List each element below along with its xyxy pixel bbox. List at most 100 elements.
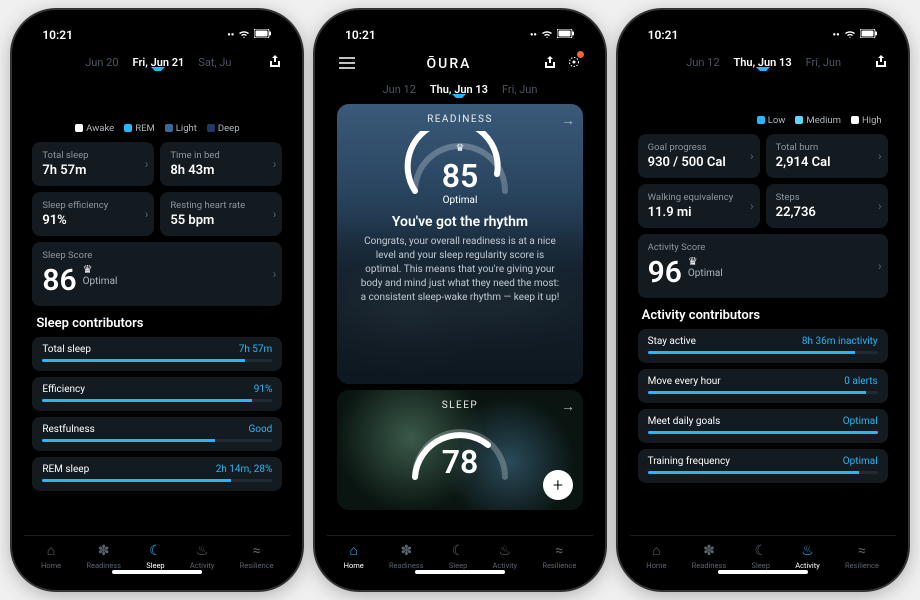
tab-sleep[interactable]: ☾Sleep — [146, 543, 164, 570]
metric-value: 11.9 mi — [648, 205, 750, 220]
progress-bar — [648, 391, 878, 394]
tab-sleep[interactable]: ☾Sleep — [449, 543, 467, 570]
tab-label: Home — [646, 561, 666, 570]
date-navigation[interactable]: Jun 20 Fri, Jun 21 Sat, Ju — [24, 48, 290, 73]
battery-icon — [254, 29, 272, 41]
metric-tile[interactable]: Walking equivalency 11.9 mi › — [638, 184, 760, 228]
metric-value: 22,736 — [776, 205, 878, 220]
tab-label: Home — [41, 561, 61, 570]
chevron-right-icon: › — [273, 267, 277, 281]
status-icons: •• — [833, 29, 878, 42]
metrics-grid: Goal progress 930 / 500 Cal ›Total burn … — [638, 134, 888, 228]
metric-tile[interactable]: Steps 22,736 › — [766, 184, 888, 228]
metric-tile[interactable]: Total sleep 7h 57m › — [32, 142, 154, 186]
metric-label: Sleep efficiency — [42, 200, 144, 211]
card-caption: SLEEP — [442, 400, 479, 411]
sleep-card[interactable]: → SLEEP 78 + — [337, 390, 583, 510]
contributor-item[interactable]: REM sleep2h 14m, 28% — [32, 457, 282, 491]
tab-home[interactable]: ⌂Home — [41, 542, 61, 570]
contrib-label: Training frequency — [648, 456, 730, 467]
readiness-body: Congrats, your overall readiness is at a… — [351, 235, 569, 305]
metric-tile[interactable]: Sleep efficiency 91% › — [32, 192, 154, 236]
home-indicator[interactable] — [718, 570, 808, 574]
tab-label: Sleep — [449, 561, 467, 570]
contributor-item[interactable]: Move every hour0 alerts — [638, 369, 888, 403]
metric-value: 8h 43m — [170, 163, 272, 178]
tab-activity[interactable]: ♨Activity — [190, 543, 215, 570]
status-bar: 10:21 •• — [24, 22, 290, 48]
contrib-value: Optimal — [843, 456, 878, 467]
status-icons: •• — [530, 29, 575, 42]
tab-sleep[interactable]: ☾Sleep — [752, 543, 770, 570]
chevron-right-icon: → — [561, 398, 575, 415]
score-label: Sleep Score — [42, 250, 117, 261]
contributor-item[interactable]: Meet daily goalsOptimal — [638, 409, 888, 443]
legend-item: Light — [165, 123, 197, 134]
tab-resilience[interactable]: ≈Resilience — [542, 543, 576, 570]
date-prev[interactable]: Jun 12 — [686, 56, 719, 69]
date-navigation[interactable]: Jun 12 Thu, Jun 13 Fri, Jun — [327, 77, 593, 98]
tab-label: Activity — [795, 561, 820, 570]
date-next[interactable]: Sat, Ju — [198, 56, 231, 69]
metric-tile[interactable]: Resting heart rate 55 bpm › — [160, 192, 282, 236]
menu-icon[interactable] — [339, 54, 355, 73]
tab-label: Home — [344, 561, 364, 570]
metric-tile[interactable]: Total burn 2,914 Cal › — [766, 134, 888, 178]
crown-icon: ♛ — [83, 263, 118, 276]
activity-score-tile[interactable]: Activity Score 96 ♛ Optimal › — [638, 234, 888, 298]
wifi-icon — [238, 29, 250, 42]
section-heading: Sleep contributors — [36, 316, 278, 331]
date-prev[interactable]: Jun 12 — [383, 83, 416, 96]
metric-label: Total sleep — [42, 150, 144, 161]
signal-icon: •• — [227, 30, 234, 41]
tab-label: Resilience — [240, 561, 274, 570]
clock: 10:21 — [345, 28, 376, 42]
home-indicator[interactable] — [415, 570, 505, 574]
date-active[interactable]: Thu, Jun 13 — [734, 56, 792, 69]
add-button[interactable]: + — [543, 470, 573, 500]
metric-tile[interactable]: Time in bed 8h 43m › — [160, 142, 282, 186]
progress-bar — [42, 439, 272, 442]
date-active[interactable]: Thu, Jun 13 — [430, 83, 488, 96]
resilience-icon: ≈ — [858, 543, 866, 559]
metric-tile[interactable]: Goal progress 930 / 500 Cal › — [638, 134, 760, 178]
settings-icon[interactable] — [567, 54, 581, 73]
tab-resilience[interactable]: ≈Resilience — [845, 543, 879, 570]
tab-readiness[interactable]: ✽Readiness — [389, 543, 424, 570]
date-active[interactable]: Fri, Jun 21 — [133, 56, 185, 69]
contrib-value: Good — [248, 424, 272, 435]
tab-readiness[interactable]: ✽Readiness — [86, 543, 121, 570]
chevron-right-icon: › — [878, 259, 882, 273]
home-indicator[interactable] — [112, 570, 202, 574]
date-navigation[interactable]: Jun 12 Thu, Jun 13 Fri, Jun — [630, 48, 896, 73]
contributor-item[interactable]: RestfulnessGood — [32, 417, 282, 451]
tab-home[interactable]: ⌂Home — [344, 542, 364, 570]
resilience-icon: ≈ — [253, 543, 261, 559]
tab-home[interactable]: ⌂ Home — [646, 542, 666, 570]
contributor-item[interactable]: Total sleep7h 57m — [32, 337, 282, 371]
battery-icon — [557, 29, 575, 41]
date-next[interactable]: Fri, Jun — [502, 83, 537, 96]
date-prev[interactable]: Jun 20 — [85, 56, 118, 69]
metric-label: Walking equivalency — [648, 192, 750, 203]
contributor-item[interactable]: Training frequency Optimal — [638, 449, 888, 483]
home-icon: ⌂ — [652, 542, 660, 559]
share-icon[interactable] — [543, 54, 557, 73]
contributor-item[interactable]: Efficiency91% — [32, 377, 282, 411]
metric-label: Time in bed — [170, 150, 272, 161]
contributor-item[interactable]: Stay active8h 36m inactivity — [638, 329, 888, 363]
tab-readiness[interactable]: ✽Readiness — [692, 543, 727, 570]
chevron-right-icon: › — [750, 199, 754, 213]
chevron-right-icon: › — [750, 149, 754, 163]
metric-value: 91% — [42, 213, 144, 228]
tab-activity[interactable]: ♨Activity — [493, 543, 518, 570]
tab-resilience[interactable]: ≈ Resilience — [240, 543, 274, 570]
sleep-gauge — [400, 417, 520, 487]
tab-activity[interactable]: ♨Activity — [795, 543, 820, 570]
date-next[interactable]: Fri, Jun — [806, 56, 841, 69]
legend-item: High — [851, 115, 882, 126]
share-icon[interactable] — [268, 54, 282, 71]
share-icon[interactable] — [874, 54, 888, 71]
sleep-score-tile[interactable]: Sleep Score 86 ♛ Optimal › — [32, 242, 282, 306]
readiness-card[interactable]: → READINESS ♛ 85 Optimal You've got the … — [337, 104, 583, 384]
